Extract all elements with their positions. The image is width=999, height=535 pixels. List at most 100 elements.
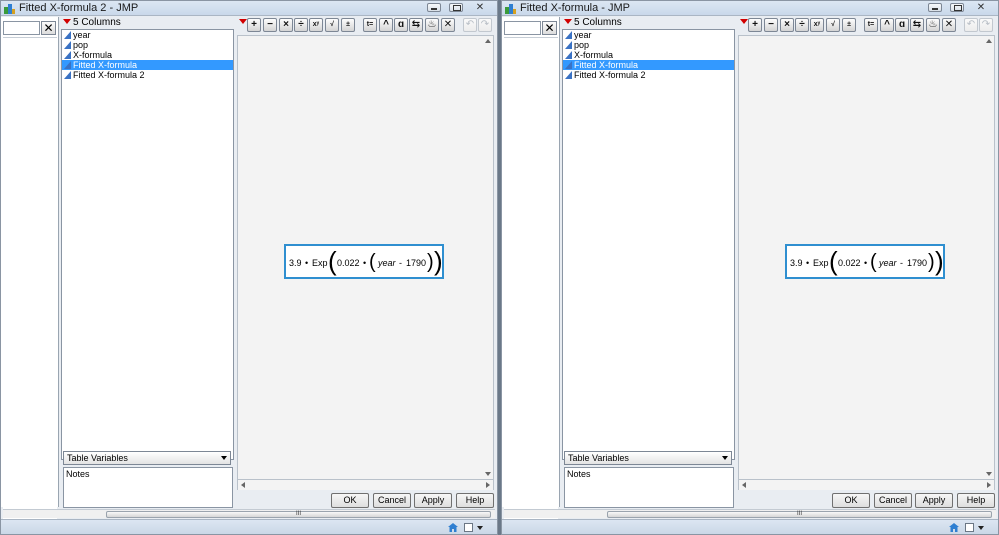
formula-expression[interactable]: 3.9 • Exp ( 0.022 • ( year - 1790 ) ) bbox=[284, 244, 444, 279]
scroll-down-icon[interactable] bbox=[485, 472, 491, 476]
window-list-icon[interactable] bbox=[464, 523, 473, 532]
coefficient[interactable]: 3.9 bbox=[790, 258, 803, 268]
close-window-button[interactable]: ✕ bbox=[970, 1, 992, 14]
window-horizontal-scrollbar[interactable]: III bbox=[3, 509, 495, 518]
list-item[interactable]: pop bbox=[563, 40, 734, 50]
formula-expression[interactable]: 3.9 • Exp ( 0.022 • ( year - 1790 ) ) bbox=[785, 244, 945, 279]
chevron-down-icon[interactable] bbox=[477, 526, 483, 530]
red-triangle-menu-icon[interactable] bbox=[63, 19, 71, 24]
list-item[interactable]: pop bbox=[62, 40, 233, 50]
vertical-scrollbar[interactable] bbox=[483, 36, 493, 479]
scroll-left-icon[interactable] bbox=[241, 482, 245, 488]
scroll-up-icon[interactable] bbox=[986, 39, 992, 43]
help-button[interactable]: Help bbox=[456, 493, 494, 508]
scroll-right-icon[interactable] bbox=[486, 482, 490, 488]
scroll-left-icon[interactable] bbox=[742, 482, 746, 488]
filter-input[interactable] bbox=[504, 21, 541, 35]
power-button[interactable]: xʸ bbox=[810, 18, 824, 32]
root-button[interactable]: √ bbox=[325, 18, 339, 32]
filter-input[interactable] bbox=[3, 21, 40, 35]
fire-button[interactable]: ♨ bbox=[425, 18, 439, 32]
chevron-down-icon[interactable] bbox=[978, 526, 984, 530]
vertical-scrollbar[interactable] bbox=[984, 36, 994, 479]
rate-coefficient[interactable]: 0.022 bbox=[337, 258, 360, 268]
power-button[interactable]: xʸ bbox=[309, 18, 323, 32]
clear-filter-button[interactable]: ✕ bbox=[41, 21, 56, 35]
multiply-button[interactable]: × bbox=[279, 18, 293, 32]
subtract-button[interactable]: − bbox=[263, 18, 277, 32]
list-item-selected[interactable]: Fitted X-formula bbox=[563, 60, 734, 70]
columns-list[interactable]: year pop X-formula Fitted X-formula Fitt… bbox=[562, 29, 735, 460]
offset-value[interactable]: 1790 bbox=[406, 258, 426, 268]
ok-button[interactable]: OK bbox=[832, 493, 870, 508]
columns-list[interactable]: year pop X-formula Fitted X-formula Fitt… bbox=[61, 29, 234, 460]
table-variables-select[interactable]: Table Variables bbox=[564, 451, 732, 465]
year-variable[interactable]: year bbox=[378, 258, 396, 268]
notes-area[interactable]: Notes bbox=[564, 467, 734, 508]
columns-header[interactable]: 5 Columns bbox=[562, 17, 735, 29]
table-variables-select[interactable]: Table Variables bbox=[63, 451, 231, 465]
scroll-up-icon[interactable] bbox=[485, 39, 491, 43]
clear-filter-button[interactable]: ✕ bbox=[542, 21, 557, 35]
redo-button[interactable]: ↷ bbox=[478, 18, 492, 32]
scroll-right-icon[interactable] bbox=[987, 482, 991, 488]
formula-editor-area[interactable]: 3.9 • Exp ( 0.022 • ( year - 1790 ) ) bbox=[738, 35, 995, 480]
apply-button[interactable]: Apply bbox=[414, 493, 452, 508]
peel-expression-button[interactable]: ^ bbox=[880, 18, 894, 32]
red-triangle-menu-icon[interactable] bbox=[564, 19, 572, 24]
cancel-button[interactable]: Cancel bbox=[874, 493, 912, 508]
list-item[interactable]: Fitted X-formula 2 bbox=[563, 70, 734, 80]
exp-function[interactable]: Exp bbox=[312, 258, 328, 268]
swap-button[interactable]: ⇆ bbox=[910, 18, 924, 32]
divide-button[interactable]: ÷ bbox=[294, 18, 308, 32]
scroll-down-icon[interactable] bbox=[986, 472, 992, 476]
offset-value[interactable]: 1790 bbox=[907, 258, 927, 268]
root-button[interactable]: √ bbox=[826, 18, 840, 32]
swap-button[interactable]: ⇆ bbox=[409, 18, 423, 32]
formula-editor-area[interactable]: 3.9 • Exp ( 0.022 • ( year - 1790 ) ) bbox=[237, 35, 494, 480]
maximize-button[interactable] bbox=[946, 1, 968, 14]
coefficient[interactable]: 3.9 bbox=[289, 258, 302, 268]
peel-expression-button[interactable]: ^ bbox=[379, 18, 393, 32]
add-button[interactable]: + bbox=[247, 18, 261, 32]
change-sign-button[interactable]: ± bbox=[341, 18, 355, 32]
red-triangle-menu-icon[interactable] bbox=[740, 19, 748, 24]
change-sign-button[interactable]: ± bbox=[842, 18, 856, 32]
subtract-button[interactable]: − bbox=[764, 18, 778, 32]
scroll-thumb[interactable]: III bbox=[607, 511, 992, 518]
cancel-button[interactable]: Cancel bbox=[373, 493, 411, 508]
close-window-button[interactable]: ✕ bbox=[469, 1, 491, 14]
scroll-thumb[interactable]: III bbox=[106, 511, 491, 518]
undo-button[interactable]: ↶ bbox=[964, 18, 978, 32]
function-list[interactable] bbox=[3, 37, 57, 523]
horizontal-scrollbar[interactable] bbox=[237, 480, 494, 490]
redo-button[interactable]: ↷ bbox=[979, 18, 993, 32]
list-item[interactable]: year bbox=[62, 30, 233, 40]
unary-function-button[interactable]: ɑ bbox=[394, 18, 408, 32]
minimize-button[interactable] bbox=[924, 1, 946, 14]
year-variable[interactable]: year bbox=[879, 258, 897, 268]
list-item[interactable]: X-formula bbox=[62, 50, 233, 60]
help-button[interactable]: Help bbox=[957, 493, 995, 508]
red-triangle-menu-icon[interactable] bbox=[239, 19, 247, 24]
multiply-button[interactable]: × bbox=[780, 18, 794, 32]
exp-function[interactable]: Exp bbox=[813, 258, 829, 268]
list-item[interactable]: X-formula bbox=[563, 50, 734, 60]
local-assign-button[interactable]: t= bbox=[864, 18, 878, 32]
function-list[interactable] bbox=[504, 37, 558, 523]
divide-button[interactable]: ÷ bbox=[795, 18, 809, 32]
window-list-icon[interactable] bbox=[965, 523, 974, 532]
unary-function-button[interactable]: ɑ bbox=[895, 18, 909, 32]
home-icon[interactable] bbox=[948, 522, 960, 533]
delete-button[interactable]: ✕ bbox=[441, 18, 455, 32]
list-item[interactable]: Fitted X-formula 2 bbox=[62, 70, 233, 80]
notes-area[interactable]: Notes bbox=[63, 467, 233, 508]
fire-button[interactable]: ♨ bbox=[926, 18, 940, 32]
columns-header[interactable]: 5 Columns bbox=[61, 17, 234, 29]
list-item[interactable]: year bbox=[563, 30, 734, 40]
local-assign-button[interactable]: t= bbox=[363, 18, 377, 32]
delete-button[interactable]: ✕ bbox=[942, 18, 956, 32]
home-icon[interactable] bbox=[447, 522, 459, 533]
minimize-button[interactable] bbox=[423, 1, 445, 14]
list-item-selected[interactable]: Fitted X-formula bbox=[62, 60, 233, 70]
